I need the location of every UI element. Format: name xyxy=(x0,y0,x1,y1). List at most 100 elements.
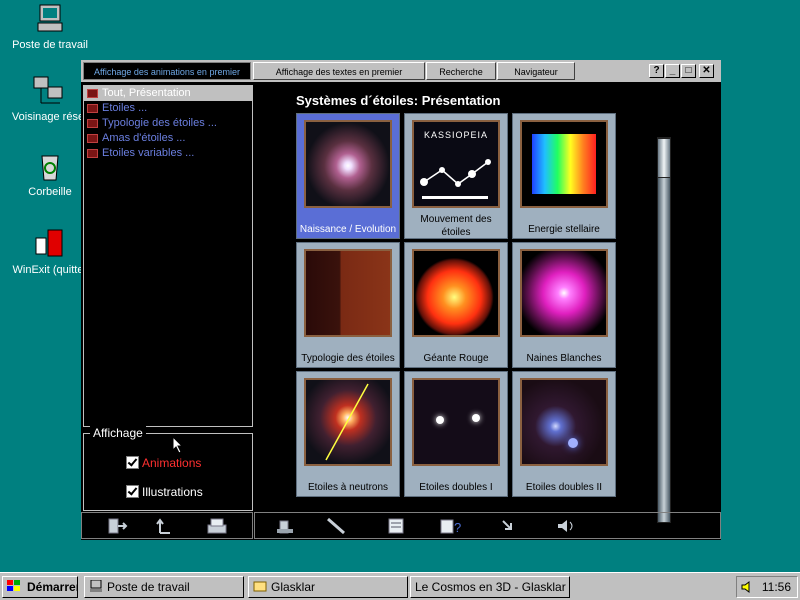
desktop-icon-my-computer[interactable]: Poste de travail xyxy=(5,3,95,51)
up-icon[interactable] xyxy=(154,517,176,535)
notes-icon[interactable] xyxy=(385,517,407,535)
tree-item[interactable]: Etoiles variables ... xyxy=(84,146,252,161)
star-surface-image xyxy=(304,249,392,337)
thumbnail-caption: Naines Blanches xyxy=(526,353,602,364)
thumbnail-caption: Energie stellaire xyxy=(528,224,600,235)
affichage-group: Affichage Animations Illustrations xyxy=(83,426,253,511)
tree-item-label: Amas d'étoiles ... xyxy=(102,132,186,144)
tab-bar: Affichage des animations en premier Affi… xyxy=(81,60,721,82)
left-toolbar xyxy=(81,512,253,539)
nebula-image xyxy=(304,120,392,208)
task-label: Le Cosmos en 3D - Glasklar - [... xyxy=(415,580,569,594)
tree-item-label: Etoiles variables ... xyxy=(102,147,195,159)
spectrum-image xyxy=(520,120,608,208)
app-window: Affichage des animations en premier Affi… xyxy=(81,60,721,540)
svg-text:?: ? xyxy=(454,520,461,535)
tree-item[interactable]: Typologie des étoiles ... xyxy=(84,116,252,131)
neutron-star-image xyxy=(304,378,392,466)
tab-navigator[interactable]: Navigateur xyxy=(497,62,575,80)
task-glasklar[interactable]: Glasklar xyxy=(248,576,408,598)
task-cosmos-3d[interactable]: Le Cosmos en 3D - Glasklar - [... xyxy=(410,576,570,598)
volume-icon[interactable] xyxy=(741,580,755,594)
maximize-button[interactable]: □ xyxy=(681,64,696,78)
thumbnail-caption: Naissance / Evolution xyxy=(299,224,397,235)
white-dwarf-image xyxy=(520,249,608,337)
film-icon xyxy=(87,149,98,158)
illustrations-label: Illustrations xyxy=(142,485,203,499)
star-field-image xyxy=(520,378,608,466)
thumbnail-naissance-evolution[interactable]: Naissance / Evolution xyxy=(296,113,400,239)
hand-icon[interactable] xyxy=(275,517,297,535)
thumbnail-etoiles-doubles-1[interactable]: Etoiles doubles I xyxy=(404,371,508,497)
illustrations-checkbox-row[interactable]: Illustrations xyxy=(126,485,203,499)
content-panel: Systèmes d´étoiles: Présentation Naissan… xyxy=(254,85,719,523)
film-icon xyxy=(87,119,98,128)
folder-icon xyxy=(253,581,267,592)
tree-item-label: Tout, Présentation xyxy=(102,87,191,99)
double-star-image xyxy=(412,378,500,466)
thumbnail-caption: Etoiles doubles I xyxy=(419,482,493,493)
thumbnail-geante-rouge[interactable]: Géante Rouge xyxy=(404,242,508,368)
desktop-icon-network[interactable]: Voisinage rése xyxy=(3,75,93,123)
mouse-cursor-icon xyxy=(172,436,184,454)
illustrations-checkbox[interactable] xyxy=(126,485,139,498)
thumbnail-etoiles-neutrons[interactable]: Etoiles à neutrons xyxy=(296,371,400,497)
tree-item[interactable]: Etoiles ... xyxy=(84,101,252,116)
help-notes-icon[interactable]: ? xyxy=(439,517,461,535)
winexit-icon xyxy=(32,228,64,260)
desktop-icon-label: Poste de travail xyxy=(12,39,88,51)
main-toolbar: ? xyxy=(254,512,721,539)
constellation-image: KASSIOPEIA xyxy=(412,120,500,208)
sound-icon[interactable] xyxy=(555,517,577,535)
thumbnail-naines-blanches[interactable]: Naines Blanches xyxy=(512,242,616,368)
windows-logo-icon xyxy=(7,580,20,591)
desktop-icon-label: WinExit (quitte xyxy=(12,264,84,276)
thumbnail-caption: Géante Rouge xyxy=(423,353,489,364)
thumbnail-caption: Typologie des étoiles xyxy=(301,353,395,364)
tree-item-label: Etoiles ... xyxy=(102,102,148,114)
thumbnail-etoiles-doubles-2[interactable]: Etoiles doubles II xyxy=(512,371,616,497)
red-giant-image xyxy=(412,249,500,337)
clock: 11:56 xyxy=(761,580,791,594)
network-icon xyxy=(32,75,64,107)
tree-item-label: Typologie des étoiles ... xyxy=(102,117,217,129)
tab-search[interactable]: Recherche xyxy=(426,62,496,80)
animations-checkbox[interactable] xyxy=(126,456,139,469)
tab-animations-first[interactable]: Affichage des animations en premier xyxy=(83,62,251,80)
close-button[interactable]: ✕ xyxy=(699,64,714,78)
topic-tree: Tout, Présentation Etoiles ... Typologie… xyxy=(83,85,253,427)
desktop-icon-label: Voisinage rése xyxy=(11,111,85,123)
start-label: Démarrer xyxy=(27,580,78,594)
taskbar: Démarrer Poste de travail Glasklar Le Co… xyxy=(0,572,800,600)
film-icon xyxy=(87,89,98,98)
page-title: Systèmes d´étoiles: Présentation xyxy=(296,93,501,108)
computer-icon xyxy=(90,580,102,592)
thumbnail-caption: Etoiles doubles II xyxy=(525,482,603,493)
recycle-bin-icon xyxy=(34,150,66,182)
exit-icon[interactable] xyxy=(106,517,128,535)
scrollbar-thumb[interactable] xyxy=(657,138,671,178)
tree-item[interactable]: Amas d'étoiles ... xyxy=(84,131,252,146)
animations-checkbox-row[interactable]: Animations xyxy=(126,456,201,470)
thumbnail-mouvement-etoiles[interactable]: KASSIOPEIA Mouvement des étoiles xyxy=(404,113,508,239)
help-button[interactable]: ? xyxy=(649,64,664,78)
film-icon xyxy=(87,104,98,113)
system-tray: 11:56 xyxy=(736,576,798,598)
tree-item[interactable]: Tout, Présentation xyxy=(84,86,252,101)
task-label: Glasklar xyxy=(271,580,316,594)
minimize-button[interactable]: _ xyxy=(665,64,680,78)
print-icon[interactable] xyxy=(206,517,228,535)
pointer-icon[interactable] xyxy=(325,517,347,535)
vertical-scrollbar[interactable] xyxy=(657,137,671,523)
start-button[interactable]: Démarrer xyxy=(2,576,78,598)
thumbnail-energie-stellaire[interactable]: Energie stellaire xyxy=(512,113,616,239)
back-icon[interactable] xyxy=(499,517,521,535)
tab-texts-first[interactable]: Affichage des textes en premier xyxy=(253,62,425,80)
animations-label: Animations xyxy=(142,456,202,470)
task-poste-de-travail[interactable]: Poste de travail xyxy=(84,576,244,598)
computer-icon xyxy=(34,3,66,35)
thumbnail-caption: Mouvement des étoiles xyxy=(420,214,492,238)
desktop-icon-winexit[interactable]: WinExit (quitte xyxy=(3,228,93,276)
task-label: Poste de travail xyxy=(107,580,190,594)
thumbnail-typologie[interactable]: Typologie des étoiles xyxy=(296,242,400,368)
